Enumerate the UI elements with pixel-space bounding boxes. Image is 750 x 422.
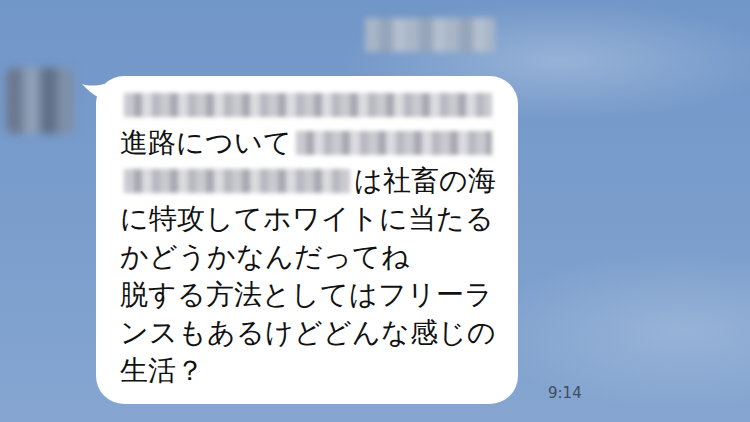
message-bubble[interactable]: 進路については社畜の海に特攻してホワイトに当たるかどうかなんだってね脱する方法と… [96, 76, 518, 404]
bubble-tail-icon [82, 82, 104, 102]
message-line [120, 86, 496, 124]
blurred-text [124, 93, 492, 117]
message-line: かどうかなんだってね [120, 238, 496, 276]
message-text: は社畜の海 [354, 162, 496, 200]
avatar-icon[interactable] [6, 68, 74, 134]
message-time: 9:14 [548, 384, 582, 402]
blurred-title [365, 18, 495, 52]
chat-screen: 進路については社畜の海に特攻してホワイトに当たるかどうかなんだってね脱する方法と… [0, 0, 750, 422]
message-text: ンスもあるけどどんな感じの [120, 314, 496, 352]
message-line: に特攻してホワイトに当たる [120, 200, 496, 238]
message-line: 生活？ [120, 352, 496, 390]
blurred-text [124, 169, 350, 193]
message-row: 進路については社畜の海に特攻してホワイトに当たるかどうかなんだってね脱する方法と… [6, 68, 750, 404]
message-line: は社畜の海 [120, 162, 496, 200]
blurred-text [296, 131, 492, 155]
message-text: 脱する方法としてはフリーラ [120, 276, 493, 314]
message-text: 進路について [120, 124, 292, 162]
message-line: 脱する方法としてはフリーラ [120, 276, 496, 314]
message-text: かどうかなんだってね [120, 238, 410, 276]
message-text: 生活？ [120, 352, 204, 390]
chat-header [0, 0, 750, 62]
message-list: 進路については社畜の海に特攻してホワイトに当たるかどうかなんだってね脱する方法と… [0, 62, 750, 422]
message-line: ンスもあるけどどんな感じの [120, 314, 496, 352]
message-text: に特攻してホワイトに当たる [120, 200, 494, 238]
message-line: 進路について [120, 124, 496, 162]
